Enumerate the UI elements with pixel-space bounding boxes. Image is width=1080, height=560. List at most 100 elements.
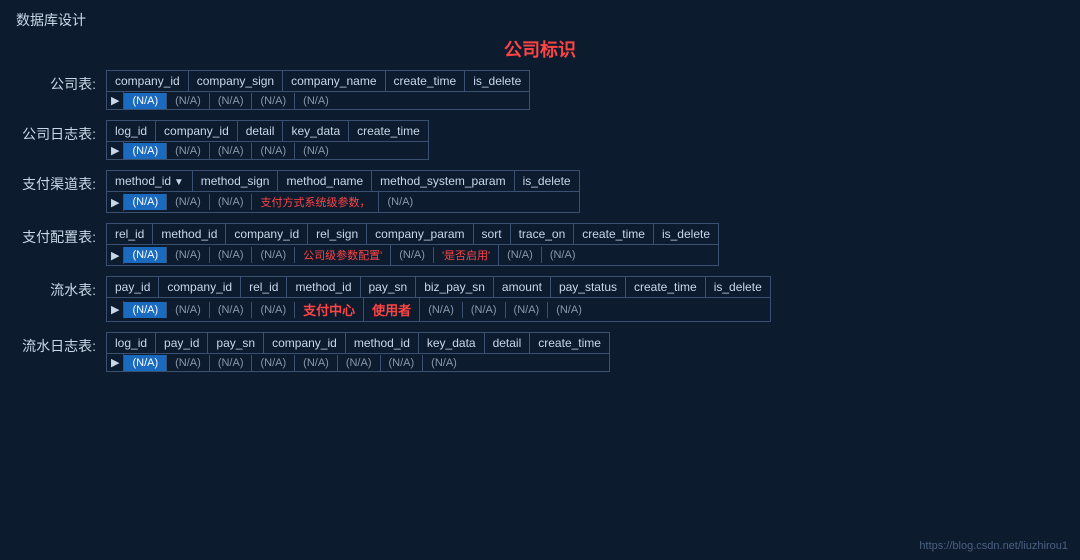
data-cell-4-8: (N/A) <box>506 302 549 318</box>
row-arrow-0: ▶ <box>107 92 124 109</box>
section-label-1: 公司日志表: <box>16 120 106 144</box>
header-cell-5-2: pay_sn <box>208 333 264 353</box>
db-section-3: 支付配置表:rel_idmethod_idcompany_idrel_signc… <box>16 223 1064 266</box>
data-cell-5-4: (N/A) <box>295 355 338 371</box>
header-cell-5-7: create_time <box>530 333 609 353</box>
header-cell-4-8: create_time <box>626 277 706 297</box>
header-cell-5-4: method_id <box>346 333 419 353</box>
header-cell-4-0: pay_id <box>107 277 159 297</box>
header-cell-0-2: company_name <box>283 71 385 91</box>
data-cell-5-7: (N/A) <box>423 355 465 371</box>
header-cell-2-0: method_id <box>107 171 193 191</box>
header-cell-4-9: is_delete <box>706 277 770 297</box>
data-cell-3-8: (N/A) <box>542 247 584 263</box>
data-cell-5-0: (N/A) <box>124 355 167 371</box>
data-cell-4-2: (N/A) <box>210 302 253 318</box>
data-cell-1-1: (N/A) <box>167 143 210 159</box>
page-title: 数据库设计 <box>0 0 1080 36</box>
data-cell-3-4: 公司级参数配置' <box>295 245 391 265</box>
header-cell-4-2: rel_id <box>241 277 287 297</box>
header-cell-3-7: create_time <box>574 224 654 244</box>
data-cell-5-1: (N/A) <box>167 355 210 371</box>
center-title: 公司标识 <box>16 36 1064 62</box>
header-cell-0-4: is_delete <box>465 71 529 91</box>
header-cell-4-1: company_id <box>159 277 241 297</box>
header-cell-0-3: create_time <box>386 71 466 91</box>
row-arrow-5: ▶ <box>107 354 124 371</box>
header-cell-4-3: method_id <box>287 277 360 297</box>
header-cell-2-4: is_delete <box>515 171 579 191</box>
header-cell-3-6: trace_on <box>511 224 575 244</box>
table-row-3: ▶(N/A)(N/A)(N/A)(N/A)公司级参数配置'(N/A)'是否启用'… <box>107 245 718 265</box>
data-cell-2-2: (N/A) <box>210 194 253 210</box>
table-1: log_idcompany_iddetailkey_datacreate_tim… <box>106 120 429 160</box>
db-section-5: 流水日志表:log_idpay_idpay_sncompany_idmethod… <box>16 332 1064 372</box>
data-cell-2-0: (N/A) <box>124 194 167 210</box>
header-cell-5-5: key_data <box>419 333 485 353</box>
table-row-2: ▶(N/A)(N/A)(N/A)支付方式系统级参数，(N/A) <box>107 192 579 212</box>
row-arrow-4: ▶ <box>107 301 124 318</box>
data-cell-2-1: (N/A) <box>167 194 210 210</box>
table-row-5: ▶(N/A)(N/A)(N/A)(N/A)(N/A)(N/A)(N/A)(N/A… <box>107 354 609 371</box>
data-cell-0-1: (N/A) <box>167 93 210 109</box>
data-cell-2-4: (N/A) <box>379 194 421 210</box>
header-cell-3-1: method_id <box>153 224 226 244</box>
data-cell-0-2: (N/A) <box>210 93 253 109</box>
section-label-3: 支付配置表: <box>16 223 106 247</box>
data-cell-4-5: 使用者 <box>364 298 420 321</box>
data-cell-3-2: (N/A) <box>210 247 253 263</box>
data-cell-4-0: (N/A) <box>124 302 167 318</box>
data-cell-3-5: (N/A) <box>391 247 434 263</box>
table-5: log_idpay_idpay_sncompany_idmethod_idkey… <box>106 332 610 372</box>
data-cell-1-4: (N/A) <box>295 143 337 159</box>
data-cell-0-3: (N/A) <box>252 93 295 109</box>
header-cell-5-3: company_id <box>264 333 346 353</box>
db-section-0: 公司表:company_idcompany_signcompany_namecr… <box>16 70 1064 110</box>
header-cell-0-1: company_sign <box>189 71 283 91</box>
header-cell-3-3: rel_sign <box>308 224 367 244</box>
table-2: method_idmethod_signmethod_namemethod_sy… <box>106 170 580 213</box>
data-cell-3-3: (N/A) <box>252 247 295 263</box>
data-cell-1-0: (N/A) <box>124 143 167 159</box>
header-cell-4-5: biz_pay_sn <box>416 277 494 297</box>
data-cell-3-6: '是否启用' <box>434 245 499 265</box>
data-cell-3-7: (N/A) <box>499 247 542 263</box>
header-cell-4-4: pay_sn <box>361 277 417 297</box>
header-cell-2-2: method_name <box>278 171 372 191</box>
table-row-0: ▶(N/A)(N/A)(N/A)(N/A)(N/A) <box>107 92 529 109</box>
row-arrow-1: ▶ <box>107 142 124 159</box>
header-cell-2-3: method_system_param <box>372 171 514 191</box>
header-cell-1-3: key_data <box>283 121 349 141</box>
section-label-5: 流水日志表: <box>16 332 106 356</box>
header-cell-3-2: company_id <box>226 224 308 244</box>
header-cell-0-0: company_id <box>107 71 189 91</box>
data-cell-5-5: (N/A) <box>338 355 381 371</box>
header-cell-3-8: is_delete <box>654 224 718 244</box>
section-label-4: 流水表: <box>16 276 106 300</box>
data-cell-2-3: 支付方式系统级参数， <box>252 192 379 212</box>
data-cell-5-3: (N/A) <box>252 355 295 371</box>
section-label-0: 公司表: <box>16 70 106 94</box>
table-0: company_idcompany_signcompany_namecreate… <box>106 70 530 110</box>
data-cell-4-3: (N/A) <box>252 302 295 318</box>
data-cell-5-2: (N/A) <box>210 355 253 371</box>
data-cell-3-0: (N/A) <box>124 247 167 263</box>
header-cell-1-0: log_id <box>107 121 156 141</box>
header-cell-3-0: rel_id <box>107 224 153 244</box>
data-cell-1-3: (N/A) <box>252 143 295 159</box>
watermark: https://blog.csdn.net/liuzhirou1 <box>919 540 1068 552</box>
data-cell-0-4: (N/A) <box>295 93 337 109</box>
data-cell-4-9: (N/A) <box>548 302 590 318</box>
header-cell-3-4: company_param <box>367 224 473 244</box>
row-arrow-2: ▶ <box>107 194 124 211</box>
header-cell-1-4: create_time <box>349 121 428 141</box>
db-section-1: 公司日志表:log_idcompany_iddetailkey_datacrea… <box>16 120 1064 160</box>
table-4: pay_idcompany_idrel_idmethod_idpay_snbiz… <box>106 276 771 322</box>
data-cell-5-6: (N/A) <box>381 355 424 371</box>
data-cell-1-2: (N/A) <box>210 143 253 159</box>
header-cell-1-1: company_id <box>156 121 238 141</box>
data-cell-4-4: 支付中心 <box>295 298 364 321</box>
header-cell-5-1: pay_id <box>156 333 208 353</box>
data-cell-4-1: (N/A) <box>167 302 210 318</box>
table-row-1: ▶(N/A)(N/A)(N/A)(N/A)(N/A) <box>107 142 428 159</box>
